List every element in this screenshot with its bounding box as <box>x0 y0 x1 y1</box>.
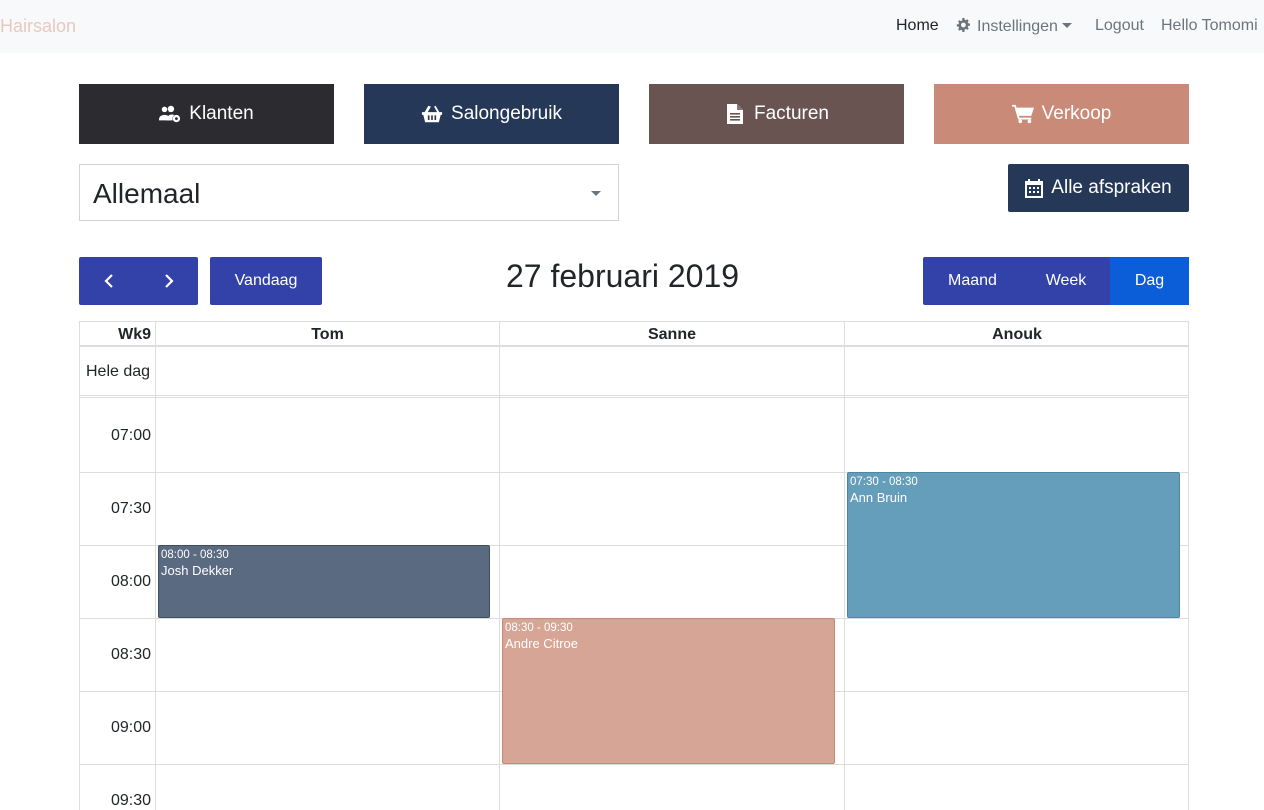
stylist-filter-select[interactable]: Allemaal <box>79 164 619 221</box>
today-button[interactable]: Vandaag <box>210 257 322 305</box>
basket-icon <box>421 105 443 123</box>
resource-header-tom: Tom <box>311 326 344 343</box>
view-month-button[interactable]: Maand <box>923 257 1022 305</box>
resource-header-anouk: Anouk <box>992 326 1042 343</box>
all-appointments-label: Alle afspraken <box>1051 177 1172 198</box>
invoice-icon <box>727 104 743 124</box>
facturen-button[interactable]: Facturen <box>649 84 904 144</box>
chevron-down-icon <box>1061 23 1072 28</box>
dropdown-arrow-icon <box>591 191 601 196</box>
nav-settings-dropdown[interactable]: Instellingen <box>955 17 1072 36</box>
view-switcher: Maand Week Dag <box>923 257 1189 305</box>
all-day-label: Hele dag <box>86 363 151 380</box>
users-cog-icon <box>159 105 181 123</box>
event-client: Andre Citroe <box>505 636 578 651</box>
all-day-row[interactable]: Hele dag <box>80 347 1188 398</box>
prev-button[interactable] <box>79 257 138 305</box>
nav-home[interactable]: Home <box>896 17 939 35</box>
appointment-event[interactable]: 07:30 - 08:30 Ann Bruin <box>847 472 1180 618</box>
verkoop-button[interactable]: Verkoop <box>934 84 1189 144</box>
event-time: 07:30 - 08:30 <box>850 476 918 488</box>
calendar-title: 27 februari 2019 <box>505 258 740 294</box>
brand-logo[interactable]: Hairsalon <box>0 16 76 37</box>
klanten-label: Klanten <box>189 103 254 124</box>
nav-logout[interactable]: Logout <box>1095 17 1144 35</box>
slot-divider <box>80 764 1188 765</box>
next-button[interactable] <box>139 257 198 305</box>
shopping-cart-icon <box>1011 104 1034 124</box>
time-label: 09:00 <box>110 719 151 736</box>
appointment-event[interactable]: 08:30 - 09:30 Andre Citroe <box>502 618 835 764</box>
resource-header-row: Wk9 Tom Sanne Anouk <box>80 321 1188 347</box>
time-label: 08:00 <box>110 573 151 590</box>
event-client: Josh Dekker <box>161 563 234 578</box>
time-label: 07:30 <box>110 500 151 517</box>
top-navbar: Hairsalon Home Instellingen Logout Hello… <box>0 0 1264 53</box>
time-label: 08:30 <box>110 646 151 663</box>
event-time: 08:30 - 09:30 <box>505 622 573 634</box>
chevron-right-icon <box>164 274 174 288</box>
appointment-event[interactable]: 08:00 - 08:30 Josh Dekker <box>158 545 490 618</box>
calendar-icon <box>1025 178 1044 198</box>
nav-user-greeting[interactable]: Hello Tomomi <box>1161 17 1258 35</box>
time-label: 09:30 <box>110 792 151 809</box>
facturen-label: Facturen <box>754 103 829 124</box>
nav-settings-label: Instellingen <box>977 18 1058 35</box>
event-client: Ann Bruin <box>850 490 908 505</box>
gear-icon <box>956 18 970 32</box>
salongebruik-button[interactable]: Salongebruik <box>364 84 619 144</box>
salongebruik-label: Salongebruik <box>451 103 562 124</box>
verkoop-label: Verkoop <box>1041 103 1112 124</box>
resource-header-sanne: Sanne <box>647 326 696 343</box>
view-week-button[interactable]: Week <box>1022 257 1110 305</box>
klanten-button[interactable]: Klanten <box>79 84 334 144</box>
stylist-filter-value: Allemaal <box>93 178 201 209</box>
time-label: 07:00 <box>110 427 151 444</box>
calendar-grid: Wk9 Tom Sanne Anouk Hele dag 07:00 07:30… <box>79 321 1189 810</box>
calendar-nav-group <box>79 257 198 305</box>
event-time: 08:00 - 08:30 <box>161 549 229 561</box>
week-number: Wk9 <box>118 326 151 343</box>
all-appointments-button[interactable]: Alle afspraken <box>1008 164 1189 212</box>
chevron-left-icon <box>103 274 113 288</box>
view-day-button[interactable]: Dag <box>1110 257 1189 305</box>
